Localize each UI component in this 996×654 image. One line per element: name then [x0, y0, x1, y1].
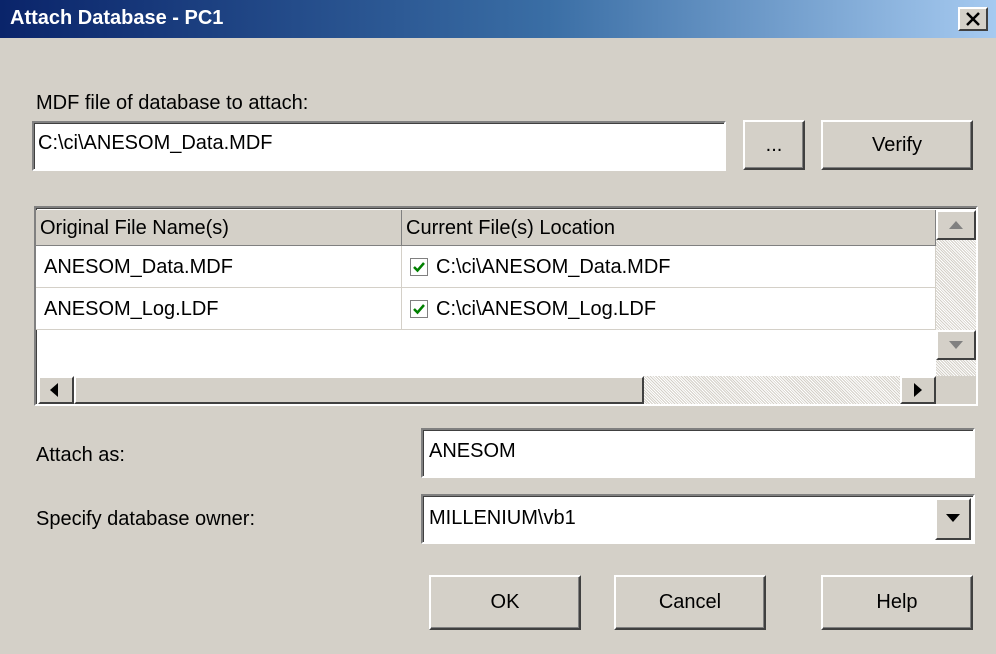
owner-value: MILLENIUM\vb1	[429, 507, 576, 529]
close-button[interactable]	[958, 7, 988, 31]
mdf-label: MDF file of database to attach:	[36, 92, 309, 114]
window-title: Attach Database - PC1	[10, 7, 224, 29]
mdf-file-input[interactable]: C:\ci\ANESOM_Data.MDF	[32, 121, 726, 171]
attach-database-dialog: Attach Database - PC1 MDF file of databa…	[0, 0, 996, 654]
check-icon	[413, 304, 425, 315]
owner-label: Specify database owner:	[36, 508, 256, 530]
ok-button-label: OK	[490, 591, 520, 613]
attach-as-label: Attach as:	[36, 444, 125, 466]
arrow-left-icon	[50, 383, 58, 397]
horizontal-scrollbar[interactable]	[38, 376, 936, 404]
chevron-down-icon	[946, 514, 960, 522]
arrow-right-icon	[914, 383, 922, 397]
files-grid[interactable]: Original File Name(s) Current File(s) Lo…	[34, 206, 978, 406]
location-checkbox-1[interactable]	[410, 258, 428, 276]
cancel-button-label: Cancel	[658, 591, 722, 613]
ok-button[interactable]: OK	[429, 575, 581, 630]
table-row-2-location: C:\ci\ANESOM_Log.LDF	[436, 298, 657, 320]
column-header-original[interactable]: Original File Name(s)	[36, 210, 402, 246]
scroll-right-button[interactable]	[900, 376, 936, 404]
verify-button-label: Verify	[871, 134, 923, 156]
attach-as-value: ANESOM	[429, 440, 516, 462]
scroll-left-button[interactable]	[38, 376, 74, 404]
table-row-1-original[interactable]: ANESOM_Data.MDF	[36, 246, 402, 288]
vertical-scrollbar[interactable]	[936, 210, 976, 376]
horizontal-scroll-thumb[interactable]	[74, 376, 644, 404]
table-row-2-location-cell[interactable]: C:\ci\ANESOM_Log.LDF	[402, 288, 936, 330]
table-row-1-location-cell[interactable]: C:\ci\ANESOM_Data.MDF	[402, 246, 936, 288]
verify-button[interactable]: Verify	[821, 120, 973, 170]
owner-select[interactable]: MILLENIUM\vb1	[421, 494, 975, 544]
browse-button[interactable]: ...	[743, 120, 805, 170]
mdf-file-value: C:\ci\ANESOM_Data.MDF	[38, 132, 273, 154]
close-icon	[966, 12, 980, 26]
scroll-up-button[interactable]	[936, 210, 976, 240]
table-row-2-original[interactable]: ANESOM_Log.LDF	[36, 288, 402, 330]
scroll-down-button[interactable]	[936, 330, 976, 360]
attach-as-input[interactable]: ANESOM	[421, 428, 975, 478]
help-button-label: Help	[876, 591, 918, 613]
location-checkbox-2[interactable]	[410, 300, 428, 318]
arrow-up-icon	[949, 221, 963, 229]
scrollbar-corner	[936, 376, 976, 404]
table-row-1-location: C:\ci\ANESOM_Data.MDF	[436, 256, 671, 278]
check-icon	[413, 262, 425, 273]
arrow-down-icon	[949, 341, 963, 349]
browse-button-label: ...	[765, 134, 783, 156]
owner-dropdown-button[interactable]	[935, 498, 971, 540]
title-bar[interactable]: Attach Database - PC1	[0, 0, 996, 38]
column-header-location[interactable]: Current File(s) Location	[402, 210, 936, 246]
help-button[interactable]: Help	[821, 575, 973, 630]
cancel-button[interactable]: Cancel	[614, 575, 766, 630]
